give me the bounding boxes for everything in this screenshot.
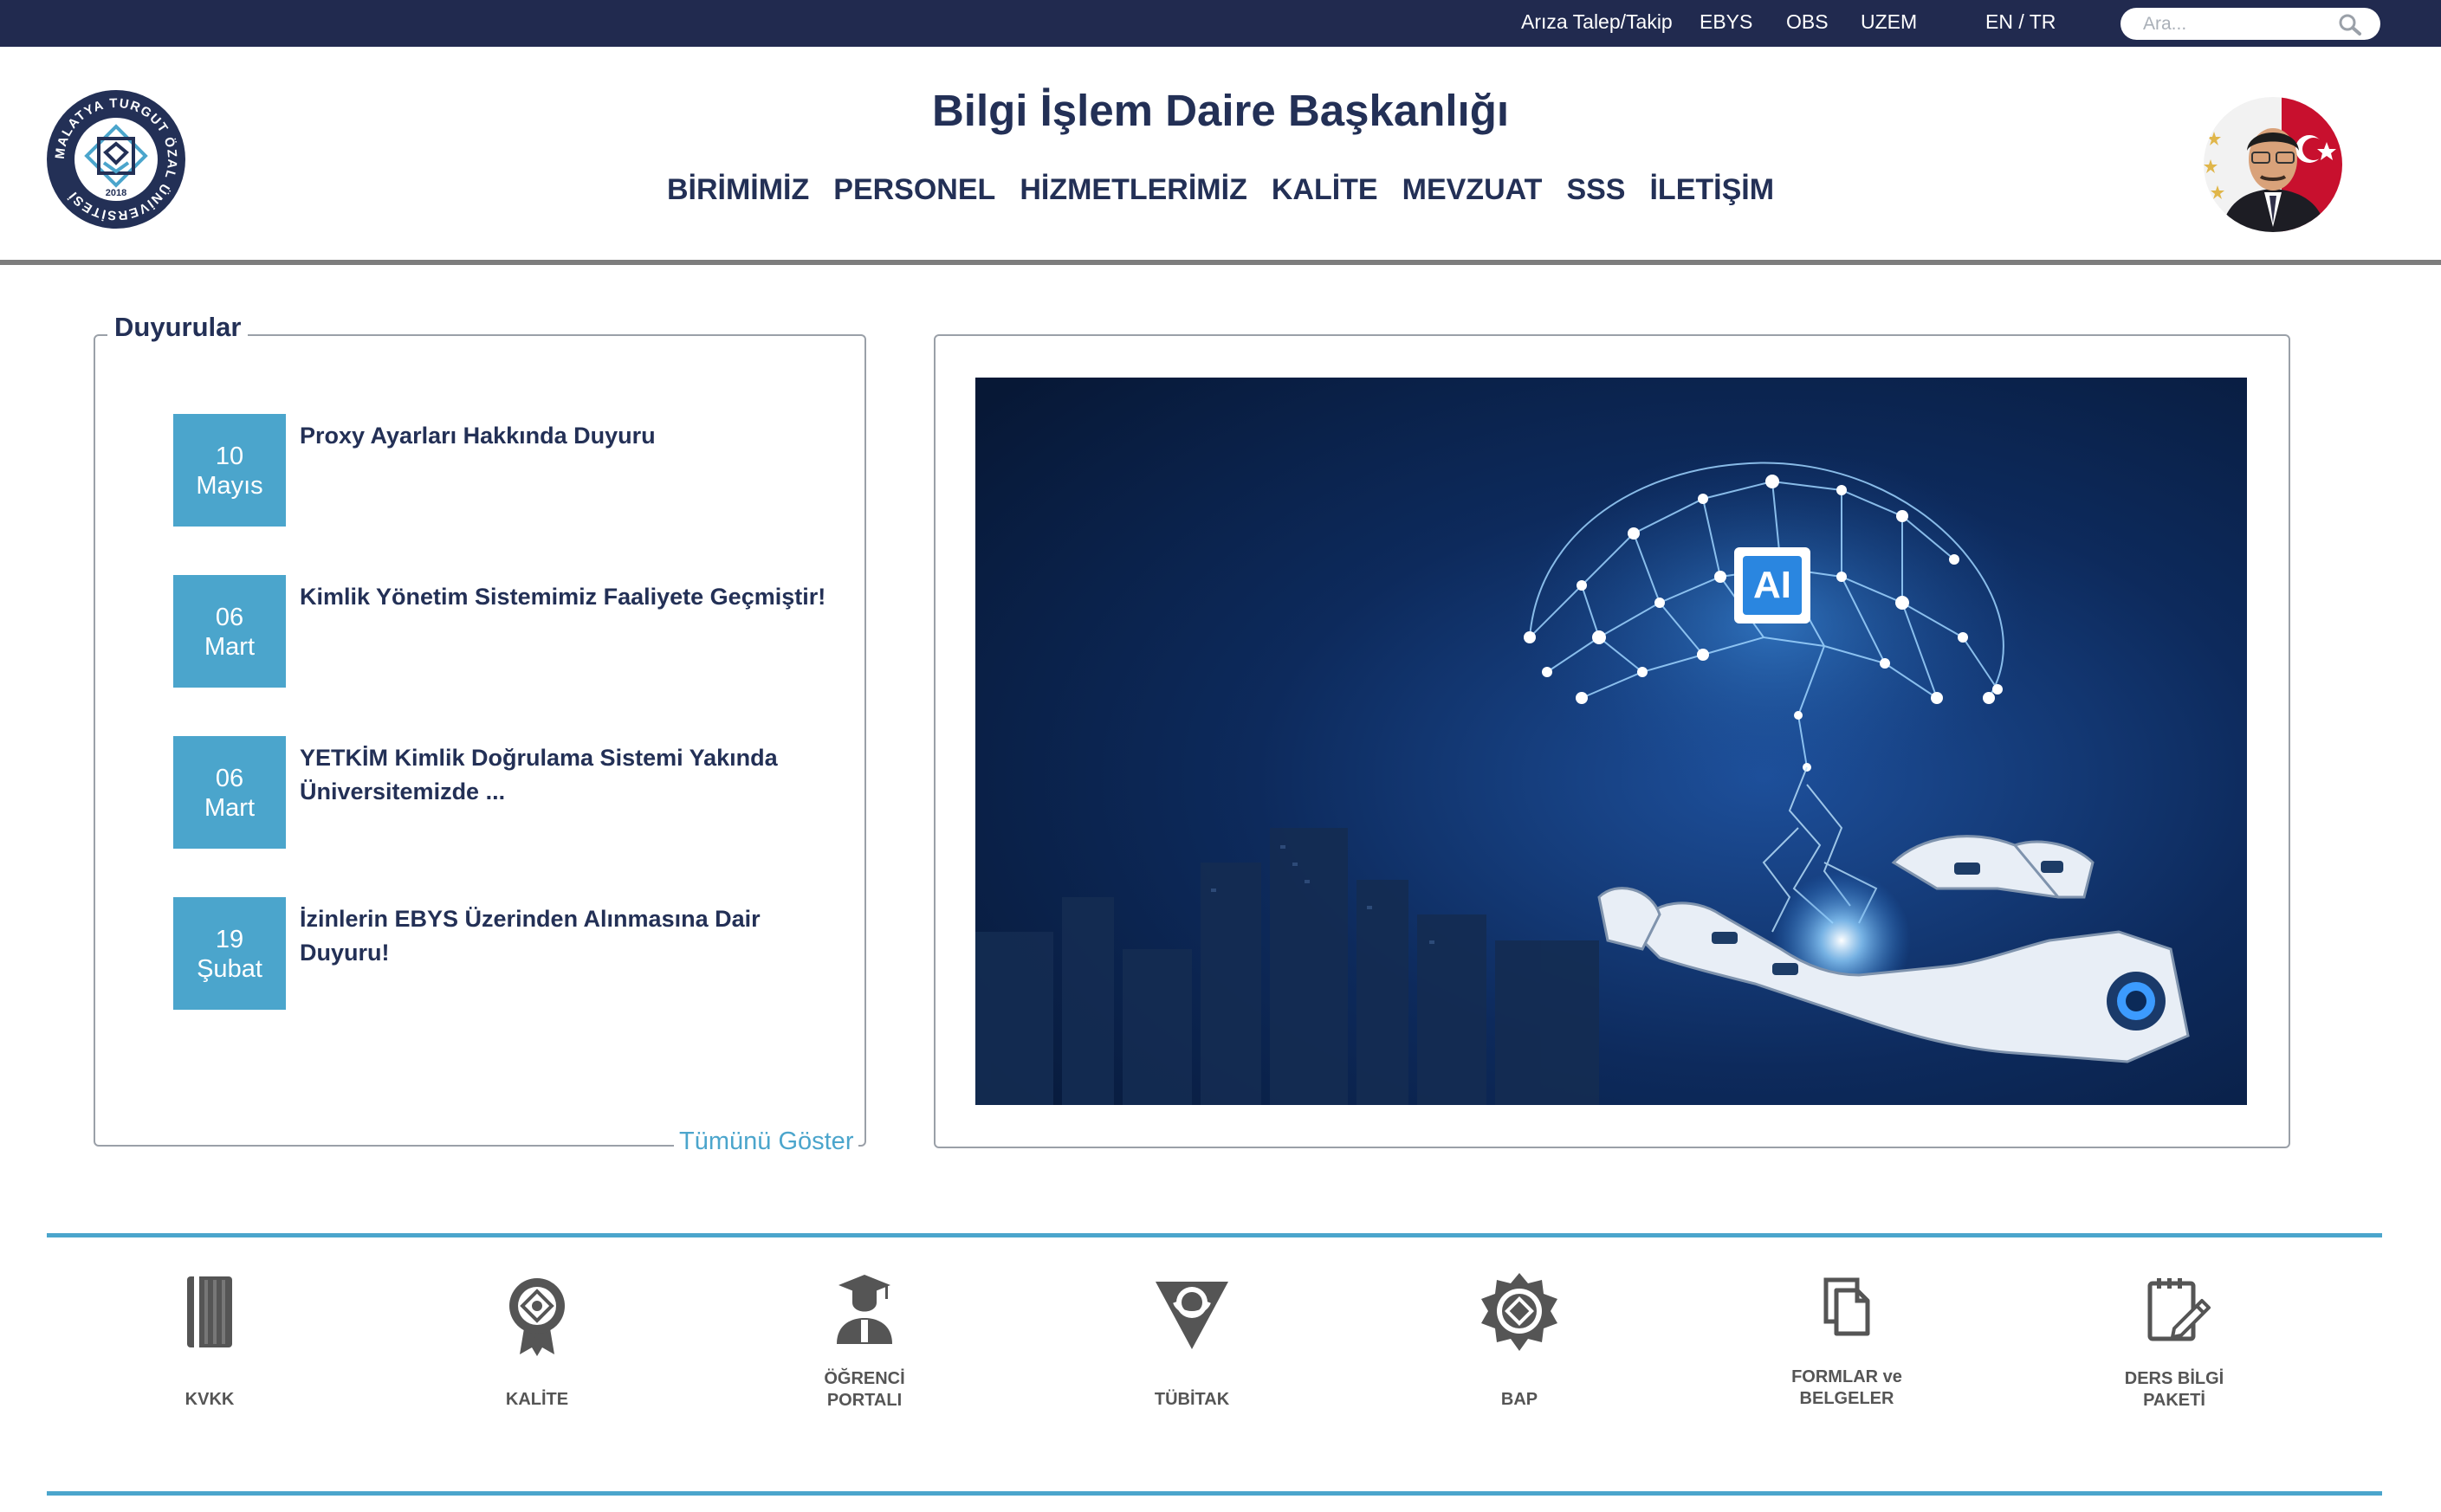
page-title: Bilgi İşlem Daire Başkanlığı — [931, 86, 1510, 135]
announcement-date: 06 Mart — [173, 736, 286, 849]
date-month: Mayıs — [196, 472, 263, 500]
quick-link-label: TÜBİTAK — [1154, 1390, 1230, 1409]
announcement-link[interactable]: YETKİM Kimlik Doğrulama Sistemi Yakında … — [300, 741, 837, 809]
header-divider — [0, 260, 2441, 265]
announcement-link[interactable]: Kimlik Yönetim Sistemimiz Faaliyete Geçm… — [300, 580, 837, 614]
announcement-link[interactable]: İzinlerin EBYS Üzerinden Alınmasına Dair… — [300, 902, 837, 970]
quick-link-label: BELGELER — [1799, 1389, 1894, 1408]
announcement-item[interactable]: 19 Şubat İzinlerin EBYS Üzerinden Alınma… — [173, 897, 884, 1010]
date-month: Şubat — [197, 955, 262, 983]
quick-link-label: PAKETİ — [2143, 1391, 2205, 1410]
ai-badge: AI — [1753, 564, 1791, 606]
announcement-item[interactable]: 06 Mart YETKİM Kimlik Doğrulama Sistemi … — [173, 736, 884, 849]
announcement-date: 06 Mart — [173, 575, 286, 688]
documents-icon — [1823, 1277, 1870, 1336]
quick-link-label: DERS BİLGİ — [2124, 1369, 2224, 1388]
announcement-date: 19 Şubat — [173, 897, 286, 1010]
nav-item-kalite[interactable]: KALİTE — [1272, 173, 1378, 207]
nav-item-personel[interactable]: PERSONEL — [833, 173, 995, 207]
date-day: 06 — [215, 604, 244, 631]
quality-medal-icon — [509, 1278, 565, 1356]
language-switch[interactable]: EN / TR — [1985, 0, 2056, 43]
book-icon — [187, 1276, 232, 1347]
search-input[interactable] — [2143, 13, 2334, 35]
quick-link-student-portal[interactable]: ÖĞRENCİ PORTALI — [795, 1271, 934, 1418]
uzem-link[interactable]: UZEM — [1861, 0, 1917, 43]
founder-portrait — [2204, 97, 2342, 232]
nav-item-sss[interactable]: SSS — [1566, 173, 1625, 207]
graduate-icon — [837, 1275, 892, 1344]
search-icon[interactable] — [2337, 12, 2363, 36]
quick-link-label: KVKK — [185, 1390, 235, 1409]
quick-links-bottom-border — [47, 1491, 2382, 1496]
quick-link-bap[interactable]: BAP — [1450, 1271, 1589, 1418]
date-month: Mart — [204, 794, 255, 822]
fault-request-link[interactable]: Arıza Talep/Takip — [1521, 0, 1673, 43]
nav-item-mevzuat[interactable]: MEVZUAT — [1402, 173, 1543, 207]
quick-link-course-info[interactable]: DERS BİLGİ PAKETİ — [2105, 1271, 2244, 1418]
date-day: 19 — [215, 926, 244, 953]
announcement-date: 10 Mayıs — [173, 414, 286, 527]
course-notes-icon — [2147, 1278, 2211, 1341]
quick-link-label: ÖĞRENCİ — [824, 1369, 905, 1388]
quick-links-top-border — [47, 1233, 2382, 1237]
top-bar: Arıza Talep/Takip EBYS OBS UZEM EN / TR — [0, 0, 2441, 47]
show-all-link[interactable]: Tümünü Göster — [674, 1128, 859, 1156]
quick-link-label: FORMLAR ve — [1791, 1367, 1902, 1386]
bap-seal-icon — [1481, 1273, 1557, 1351]
slider-image[interactable]: AI — [975, 378, 2247, 1105]
announcements-title: Duyurular — [107, 312, 249, 343]
nav-item-birimimiz[interactable]: BİRİMİMİZ — [667, 173, 809, 207]
date-day: 06 — [215, 765, 244, 792]
obs-link[interactable]: OBS — [1786, 0, 1829, 43]
date-month: Mart — [204, 633, 255, 661]
announcement-item[interactable]: 06 Mart Kimlik Yönetim Sistemimiz Faaliy… — [173, 575, 884, 688]
quick-link-tubitak[interactable]: TÜBİTAK — [1123, 1271, 1261, 1418]
quick-link-kalite[interactable]: KALİTE — [468, 1271, 606, 1418]
tubitak-icon — [1156, 1282, 1228, 1349]
quick-link-label: BAP — [1500, 1390, 1538, 1409]
announcement-item[interactable]: 10 Mayıs Proxy Ayarları Hakkında Duyuru — [173, 414, 884, 527]
date-day: 10 — [215, 443, 244, 470]
ebys-link[interactable]: EBYS — [1700, 0, 1752, 43]
announcement-link[interactable]: Proxy Ayarları Hakkında Duyuru — [300, 419, 837, 453]
quick-link-label: PORTALI — [826, 1391, 903, 1410]
quick-link-kvkk[interactable]: KVKK — [140, 1271, 279, 1418]
quick-link-forms-documents[interactable]: FORMLAR ve BELGELER — [1777, 1271, 1916, 1418]
nav-item-hizmetlerimiz[interactable]: HİZMETLERİMİZ — [1020, 173, 1247, 207]
search-box — [2120, 8, 2380, 40]
main-nav: BİRİMİMİZ PERSONEL HİZMETLERİMİZ KALİTE MEVZ… — [0, 173, 2441, 207]
nav-item-iletisim[interactable]: İLETİŞİM — [1649, 173, 1774, 207]
quick-link-label: KALİTE — [505, 1390, 569, 1409]
